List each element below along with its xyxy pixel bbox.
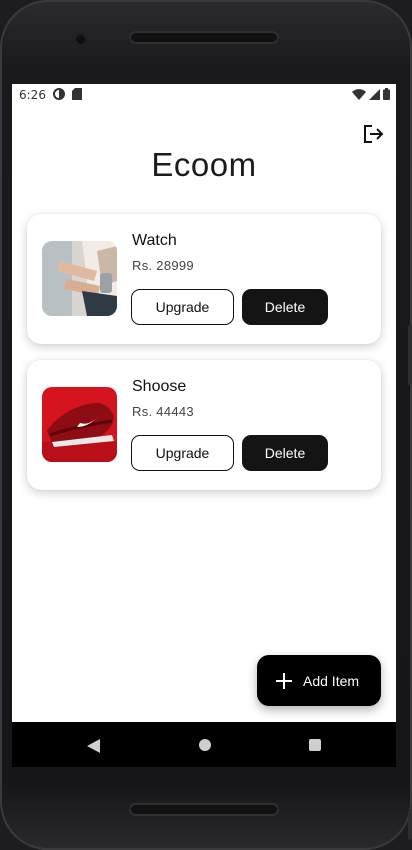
status-bar: 6:26 — [12, 84, 396, 106]
top-speaker — [129, 31, 279, 44]
product-name: Watch — [132, 232, 177, 249]
volume-button — [408, 325, 412, 385]
product-image-watch — [42, 241, 117, 316]
sd-card-icon — [71, 87, 82, 103]
app-screen: 6:26 Ecoom Watch Rs. 28999 Upgrade Delet… — [12, 84, 396, 767]
upgrade-button[interactable]: Upgrade — [131, 289, 234, 325]
delete-button[interactable]: Delete — [242, 289, 328, 325]
product-price: Rs. 44443 — [132, 404, 194, 419]
product-card: Shoose Rs. 44443 Upgrade Delete — [27, 360, 381, 490]
wifi-icon — [352, 88, 366, 103]
nav-recents-icon[interactable] — [309, 739, 321, 751]
signal-icon — [369, 88, 380, 103]
battery-icon — [383, 88, 390, 103]
front-camera — [76, 35, 85, 44]
nav-back-icon[interactable] — [87, 738, 100, 757]
product-card: Watch Rs. 28999 Upgrade Delete — [27, 214, 381, 344]
nav-home-icon[interactable] — [199, 739, 211, 751]
page-title: Ecoom — [151, 146, 257, 183]
logout-icon[interactable] — [362, 124, 384, 144]
add-item-label: Add Item — [303, 672, 360, 689]
add-item-button[interactable]: Add Item — [257, 655, 381, 706]
plus-icon — [276, 672, 292, 689]
product-name: Shoose — [132, 378, 187, 395]
data-saver-icon — [52, 87, 65, 103]
product-price: Rs. 28999 — [132, 258, 194, 273]
product-image-shoes — [42, 387, 117, 462]
status-time: 6:26 — [19, 88, 46, 102]
bottom-speaker — [129, 803, 279, 816]
android-nav-bar — [12, 722, 396, 767]
upgrade-button[interactable]: Upgrade — [131, 435, 234, 471]
phone-frame: 6:26 Ecoom Watch Rs. 28999 Upgrade Delet… — [0, 0, 412, 850]
delete-button[interactable]: Delete — [242, 435, 328, 471]
power-button — [408, 810, 412, 840]
